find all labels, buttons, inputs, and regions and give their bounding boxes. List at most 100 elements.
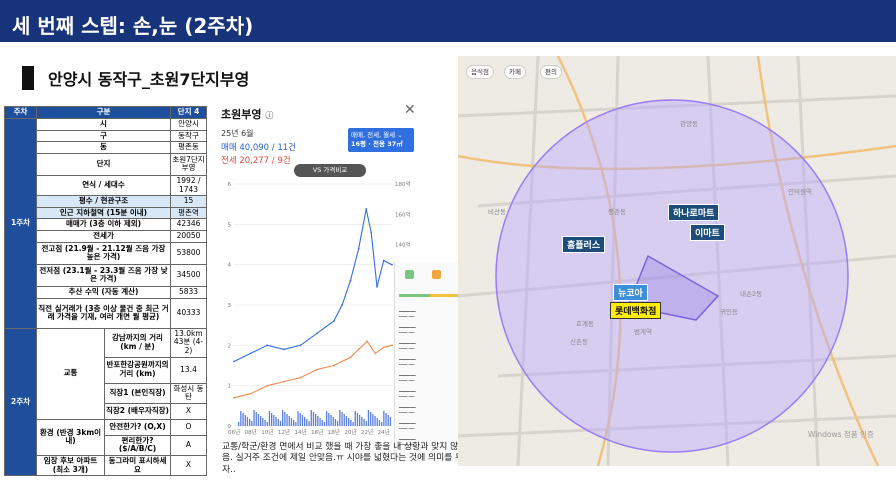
store-label[interactable]: 이마트 [690, 224, 725, 241]
map-filter-chip[interactable]: 음식점 [466, 65, 494, 79]
volume-bar [260, 416, 262, 426]
x-tick: 16년 [311, 428, 323, 436]
area-map[interactable]: 음식점 카페 편의 하나로마트 이마트 홈플러스 뉴코아 롯데백화점 관양동 평촌동 비산동 호계… [458, 56, 896, 466]
volume-bar [306, 419, 308, 426]
series-point [357, 247, 360, 250]
series-point [316, 368, 319, 371]
close-icon[interactable]: ✕ [404, 102, 416, 118]
series-point [233, 360, 235, 363]
y-right-tick: 140억 [395, 241, 411, 249]
volume-bar [249, 419, 251, 426]
volume-bar [242, 413, 244, 426]
table-row-label: 편리한가? ($/A/B/C) [104, 434, 171, 457]
volume-bar [345, 416, 348, 426]
volume-bar [348, 418, 350, 426]
place-name: 호계동 [576, 320, 594, 328]
table-row-label: 연식 / 세대수 [36, 174, 171, 197]
series-point [357, 348, 360, 351]
series-point [366, 340, 368, 343]
sale-summary: 매매 40,090 / 11건 [221, 143, 296, 153]
school-row: ━━━━━━ ━━━ ━━ [399, 406, 416, 416]
volume-bar [389, 417, 392, 426]
x-tick: 14년 [294, 428, 306, 436]
volume-bar [339, 410, 341, 426]
volume-bar [376, 418, 378, 426]
table-row-value: 42346 [170, 218, 207, 231]
series-point [349, 356, 352, 359]
volume-bar [273, 415, 275, 426]
series-point [249, 392, 252, 395]
volume-bar [244, 415, 246, 426]
table-row-value: O [170, 418, 207, 436]
series-point [391, 344, 393, 347]
table-row-label: 동 [36, 141, 171, 154]
table-row-value: 동작구 [170, 129, 207, 143]
table-row-value: 13.0km 43분 (4-2) [170, 327, 207, 358]
place-name: 범계역 [634, 328, 652, 336]
y-left-tick: 2 [228, 343, 232, 349]
volume-bar [238, 422, 240, 426]
school-row: ━━━━━━ ━━━ ━━ [399, 310, 416, 320]
table-row-value: 평촌역 [170, 206, 207, 220]
volume-bar [350, 420, 352, 426]
volume-bar [240, 411, 242, 426]
volume-bar [251, 421, 253, 426]
table-row-label: 동그라미 표시하세요 [104, 454, 171, 477]
volume-bar [304, 417, 306, 426]
volume-bar [293, 420, 295, 426]
table-row-label: 시 [36, 118, 171, 131]
table-row-value: 40333 [170, 297, 207, 329]
y-left-tick: 6 [228, 182, 232, 188]
school-row: ━━━━━━ ━━━ ━━ [399, 342, 416, 352]
table-row-label: 직전 실거래가 (3층 이상 물건 중 최근 거래 가격을 기재, 여러 개면 … [36, 297, 171, 329]
table-row-value: X [170, 402, 207, 420]
heading-text: 안양시 동작구_초원7단지부영 [48, 70, 250, 89]
series-point [341, 304, 344, 306]
trade-filter-button[interactable]: 매매, 전세, 월세 ⌄ 16평 · 전용 37㎡ [348, 128, 414, 152]
place-name: 비산동 [488, 208, 506, 216]
volume-bar [246, 417, 249, 426]
series-point [332, 320, 335, 323]
table-row-label: 단지 [36, 152, 171, 176]
table-row-label: 추산 수익 (자동 계산) [36, 285, 171, 299]
table-row-value: 5833 [170, 285, 207, 299]
x-tick: 06년 [228, 428, 240, 436]
volume-bar [337, 421, 339, 426]
volume-bar [354, 411, 356, 426]
series-point [382, 259, 385, 262]
school-row: ━━━━━━ ━━━ ━━ [399, 422, 416, 432]
volume-bar [308, 421, 310, 426]
series-point [349, 279, 352, 282]
volume-bar [330, 415, 332, 426]
series-point [266, 384, 269, 387]
caption-text: 교통/학군/환경 면에서 비교 했을 때 가장 좋을 내 상황과 맞지 않음. … [222, 442, 464, 475]
store-label[interactable]: 하나로마트 [668, 204, 720, 221]
school-row: ━━━━━━ ━━━ ━━ [399, 358, 416, 368]
store-label[interactable]: 롯데백화점 [610, 302, 662, 319]
heading-bar [22, 66, 34, 90]
table-row-value: 15 [170, 195, 207, 208]
school-badge-icon [432, 270, 441, 279]
volume-bar [374, 416, 376, 426]
y-left-tick: 3 [228, 303, 232, 309]
volume-bar [326, 411, 328, 426]
jeonse-summary: 전세 20,277 / 9건 [221, 156, 291, 166]
volume-bar [334, 419, 337, 426]
table-row-value: 안양시 [170, 118, 207, 131]
x-tick: 10년 [261, 428, 273, 436]
volume-bar [255, 412, 257, 426]
map-filter-chip[interactable]: 편의 [540, 65, 562, 79]
place-name: 내손2동 [740, 290, 763, 298]
x-tick: 12년 [278, 428, 290, 436]
table-row-value: 20050 [170, 230, 207, 243]
x-tick: 22년 [361, 428, 373, 436]
table-row-value: X [170, 454, 207, 477]
y-left-tick: 5 [228, 222, 232, 228]
store-label[interactable]: 홈플러스 [562, 236, 606, 253]
store-label[interactable]: 뉴코아 [613, 284, 648, 301]
panel-title: 초원부영 ⓘ [221, 108, 274, 121]
school-row: ━━━━━━ ━━━ ━━ [399, 390, 416, 400]
map-filter-chip[interactable]: 카페 [504, 65, 526, 79]
volume-bar [275, 417, 277, 426]
table-row-label: 반포한강공원까지의 거리 (km) [104, 356, 171, 384]
